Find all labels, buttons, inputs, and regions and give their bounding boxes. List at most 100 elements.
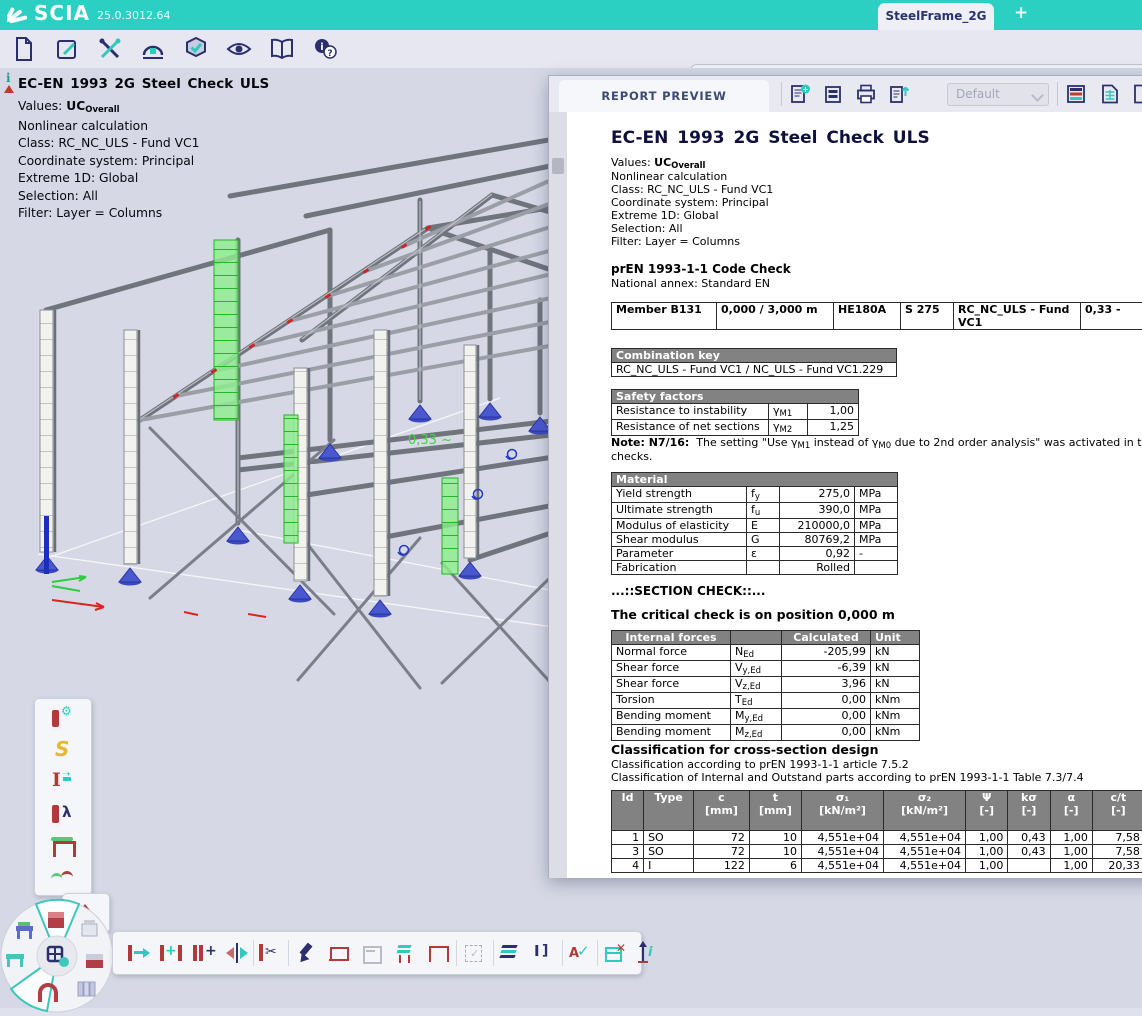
svg-text:i: i	[320, 42, 323, 53]
report-preview-panel: REPORT PREVIEW + Default 100	[548, 75, 1142, 878]
help-icon[interactable]: i ?	[311, 35, 339, 63]
frame-icon[interactable]	[326, 940, 352, 966]
tab-report-preview[interactable]: REPORT PREVIEW	[559, 80, 769, 112]
copy-member-icon[interactable]: +	[158, 940, 184, 966]
new-project-icon[interactable]	[10, 35, 38, 63]
spotlight-grid-icon[interactable]	[37, 936, 77, 976]
internal-forces-table: Internal forces Calculated Unit Normal f…	[611, 630, 920, 741]
report-scroll-gutter[interactable]	[549, 112, 567, 878]
national-annex-line: National annex: Standard EN	[611, 277, 770, 290]
export-report-icon[interactable]	[888, 83, 910, 105]
edit-project-icon[interactable]	[53, 35, 81, 63]
libraries-icon[interactable]	[268, 35, 296, 63]
results-side-toolbar: ⚙ S I ➝ λ	[34, 698, 92, 896]
add-to-report-icon[interactable]: +	[789, 83, 811, 105]
cut-member-icon[interactable]: ✂	[257, 940, 283, 966]
materials-box-icon[interactable]	[86, 954, 103, 968]
slenderness-lambda-icon[interactable]: λ	[49, 801, 77, 829]
version-text: 25.0.3012.64	[97, 9, 170, 22]
classification-heading: Classification for cross-section design	[611, 742, 878, 757]
overlay-line: Class: RC_NC_ULS - Fund VC1	[18, 135, 278, 153]
deformed-shape-icon[interactable]: S	[49, 737, 77, 765]
note-line-2: checks.	[611, 450, 652, 463]
critical-check-line: The critical check is on position 0,000 …	[611, 607, 895, 622]
title-bar: SCIA 25.0.3012.64 SteelFrame_2G +	[0, 0, 1142, 30]
loads-gray-icon[interactable]	[82, 920, 97, 936]
overlay-values-line: Values: UCOverall	[18, 98, 278, 118]
classification-table: Id Type c[mm] t[mm] σ₁[kN/m²] σ₂[kN/m²] …	[611, 790, 1142, 873]
page-icon[interactable]	[1131, 83, 1142, 105]
report-meta-line: Nonlinear calculation	[611, 170, 727, 183]
overlay-line: Coordinate system: Principal	[18, 153, 278, 171]
safety-factors-table: Safety factors Resistance to instability…	[611, 389, 859, 436]
report-title: EC-EN 1993 2G Steel Check ULS	[611, 128, 930, 148]
calculation-tools-icon[interactable]	[96, 35, 124, 63]
scia-engineer-app: { "colors":{"accent_teal":"#2bd0c3","nav…	[0, 0, 1142, 1008]
layout-template-icon[interactable]	[1065, 83, 1087, 105]
move-node-icon[interactable]	[125, 940, 151, 966]
brush-format-icon[interactable]	[293, 940, 319, 966]
member-summary-table: Member B131 0,000 / 3,000 m HE180A S 275…	[611, 302, 1142, 330]
combination-key-table: Combination key RC_NC_ULS - Fund VC1 / N…	[611, 348, 897, 377]
section-check-heading: ...::SECTION CHECK::...	[611, 584, 765, 598]
overlay-line: Extreme 1D: Global	[18, 170, 278, 188]
modify-toolbar: + + ✂ ✓ I] A✓ ✕ i	[112, 931, 642, 975]
scrollbar-thumb[interactable]	[552, 158, 564, 174]
structure-red-icon[interactable]	[48, 912, 64, 928]
wheel-menu[interactable]	[0, 898, 118, 1016]
steel-check-icon[interactable]: I ➝	[49, 769, 77, 797]
report-meta-line: Filter: Layer = Columns	[611, 235, 740, 248]
preset-dropdown[interactable]: Default	[947, 83, 1049, 106]
multicopy-member-icon[interactable]: +	[191, 940, 217, 966]
overlay-line: Nonlinear calculation	[18, 118, 278, 136]
report-meta-line: Extreme 1D: Global	[611, 209, 719, 222]
frame-geometry-icon[interactable]	[49, 833, 77, 861]
mirror-icon[interactable]	[224, 940, 250, 966]
new-tab-button[interactable]: +	[1014, 3, 1028, 23]
check-structure-icon[interactable]	[182, 35, 210, 63]
frame-disabled-icon[interactable]	[359, 940, 385, 966]
project-tab[interactable]: SteelFrame_2G	[878, 3, 994, 30]
info-icon[interactable]: i	[6, 71, 11, 85]
view-icon[interactable]	[225, 35, 253, 63]
libraries-books-icon[interactable]	[78, 982, 95, 996]
frame-red-icon[interactable]	[425, 940, 451, 966]
delete-table-icon[interactable]: ✕	[602, 940, 628, 966]
buckling-shape-icon[interactable]	[49, 863, 77, 891]
spellcheck-icon[interactable]: A✓	[566, 940, 592, 966]
viewport-result-value: 0,33 ~	[408, 433, 452, 448]
report-meta-line: Selection: All	[611, 222, 683, 235]
page-table-icon[interactable]	[1099, 83, 1121, 105]
brand-text: SCIA	[34, 1, 90, 25]
table-seat-icon[interactable]	[392, 940, 418, 966]
report-values-line: Values: UCOverall	[611, 156, 705, 171]
report-meta-line: Coordinate system: Principal	[611, 196, 769, 209]
material-table: Material Yield strengthfy275,0MPa Ultima…	[611, 472, 898, 575]
code-check-heading: prEN 1993-1-1 Code Check	[611, 262, 791, 276]
warning-arrow-icon	[4, 85, 14, 93]
preset-dropdown-value: Default	[956, 87, 1000, 101]
viewport-overlay: EC-EN 1993 2G Steel Check ULS Values: UC…	[18, 76, 278, 223]
svg-text:?: ?	[327, 49, 332, 59]
report-meta-line: Class: RC_NC_ULS - Fund VC1	[611, 183, 773, 196]
svg-text:+: +	[802, 85, 809, 94]
classification-line-1: Classification according to prEN 1993-1-…	[611, 758, 909, 771]
overlay-line: Filter: Layer = Columns	[18, 205, 278, 223]
axis-info-icon[interactable]: i	[635, 940, 661, 966]
chevron-down-icon	[1031, 89, 1044, 102]
report-container-icon[interactable]	[822, 83, 844, 105]
overlay-title: EC-EN 1993 2G Steel Check ULS	[18, 76, 278, 92]
rename-icon[interactable]: I]	[530, 940, 556, 966]
report-preview-header: REPORT PREVIEW + Default 100	[549, 76, 1142, 113]
overlay-line: Selection: All	[18, 188, 278, 206]
steel-member-settings-icon[interactable]: ⚙	[49, 705, 77, 733]
main-toolbar: i ?	[0, 30, 1142, 69]
note-line: Note: N7/16: The setting "Use γM1 instea…	[611, 436, 1142, 451]
scia-logo-icon	[7, 3, 33, 27]
classification-line-2: Classification of Internal and Outstand …	[611, 771, 1084, 784]
report-page: EC-EN 1993 2G Steel Check ULS Values: UC…	[567, 112, 1142, 878]
select-region-disabled-icon[interactable]: ✓	[461, 940, 487, 966]
model-icon[interactable]	[139, 35, 167, 63]
layers-icon[interactable]	[497, 940, 523, 966]
print-icon[interactable]	[855, 83, 877, 105]
